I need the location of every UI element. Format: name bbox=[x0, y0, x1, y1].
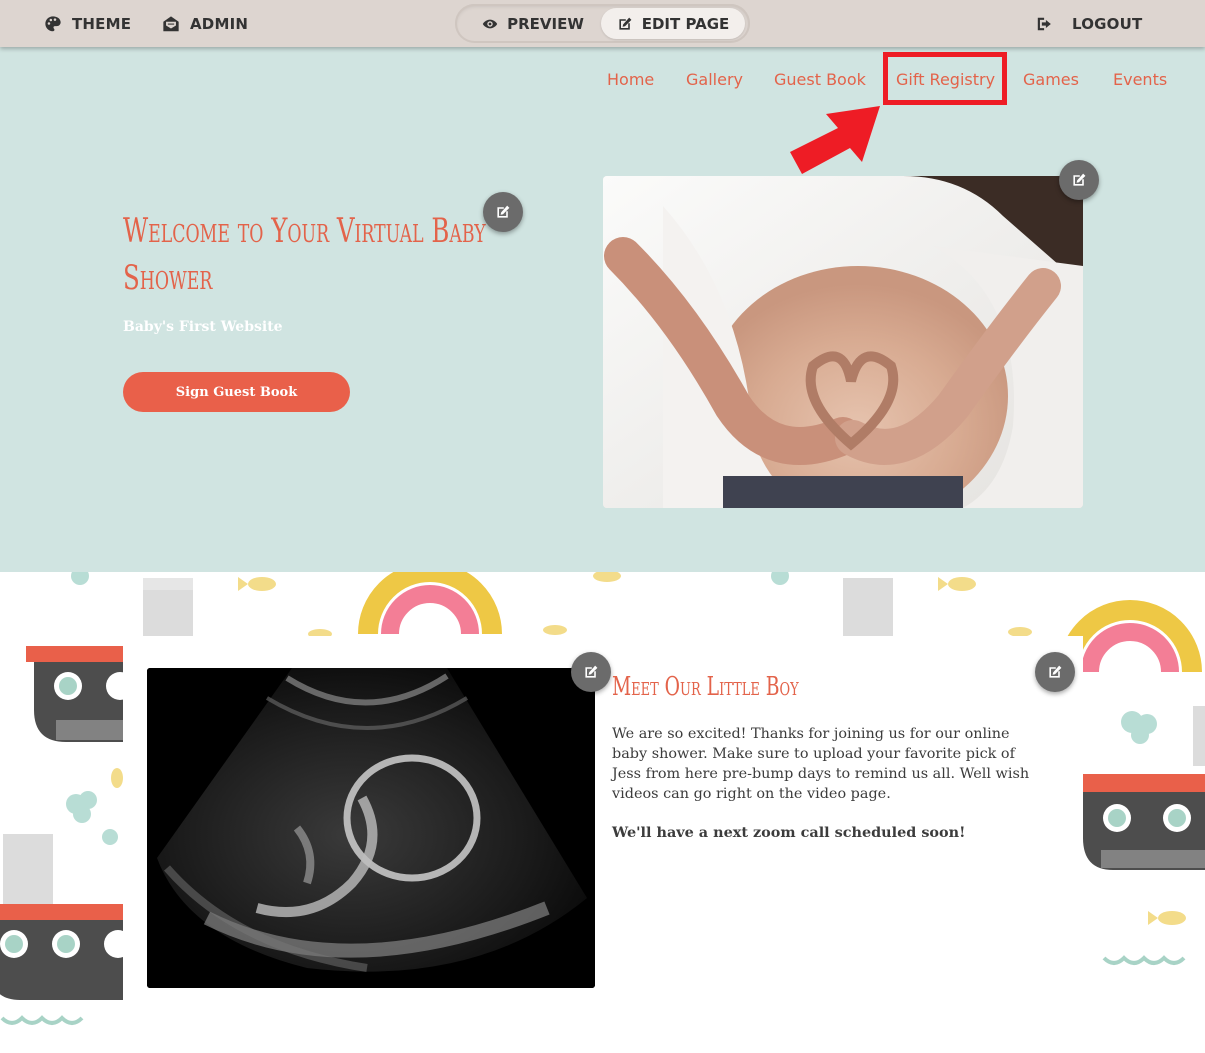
nav-home[interactable]: Home bbox=[607, 70, 654, 89]
sign-guest-book-button[interactable]: Sign Guest Book bbox=[123, 372, 350, 412]
pregnancy-photo-image bbox=[603, 176, 1083, 508]
edit-content-text-button[interactable] bbox=[1035, 652, 1075, 692]
content-paragraph-bold: We'll have a next zoom call scheduled so… bbox=[612, 824, 966, 841]
logout-button[interactable]: LOGOUT bbox=[1036, 0, 1142, 47]
theme-button[interactable]: THEME bbox=[44, 0, 131, 47]
sign-out-icon bbox=[1037, 17, 1051, 30]
logout-label: LOGOUT bbox=[1072, 14, 1143, 33]
pencil-square-icon bbox=[1073, 173, 1086, 186]
annotation-arrow-icon bbox=[790, 106, 880, 174]
theme-label: THEME bbox=[72, 14, 132, 33]
nav-events[interactable]: Events bbox=[1113, 70, 1167, 89]
hero-subtitle: Baby's First Website bbox=[123, 319, 283, 335]
preview-button[interactable]: PREVIEW bbox=[463, 8, 603, 39]
hero-title: Welcome to Your Virtual Baby Shower bbox=[123, 211, 486, 298]
envelope-open-icon bbox=[163, 15, 179, 31]
ultrasound-image bbox=[147, 668, 595, 988]
nav-guest-book[interactable]: Guest Book bbox=[774, 70, 866, 89]
nav-gallery[interactable]: Gallery bbox=[686, 70, 743, 89]
admin-bar: THEME ADMIN PREVIEW EDIT PAGE LOGOUT bbox=[0, 0, 1205, 47]
content-title: Meet Our Little Boy bbox=[612, 672, 799, 702]
ultrasound-scan-image bbox=[147, 668, 595, 988]
edit-page-label: EDIT PAGE bbox=[641, 14, 730, 33]
edit-page-button[interactable]: EDIT PAGE bbox=[601, 8, 745, 39]
edit-ultrasound-image-button[interactable] bbox=[571, 652, 611, 692]
gift-registry-highlight-box bbox=[883, 52, 1007, 105]
hero-photo bbox=[603, 176, 1083, 508]
admin-label: ADMIN bbox=[190, 14, 249, 33]
eye-icon bbox=[482, 19, 498, 28]
edit-icon bbox=[619, 17, 632, 30]
edit-hero-image-button[interactable] bbox=[1059, 160, 1099, 200]
pencil-square-icon bbox=[497, 205, 510, 218]
nav-games[interactable]: Games bbox=[1023, 70, 1079, 89]
admin-button[interactable]: ADMIN bbox=[162, 0, 248, 47]
mode-toggle: PREVIEW EDIT PAGE bbox=[455, 4, 750, 43]
edit-hero-text-button[interactable] bbox=[483, 192, 523, 232]
pencil-square-icon bbox=[1049, 665, 1062, 678]
content-paragraph: We are so excited! Thanks for joining us… bbox=[612, 726, 1030, 802]
palette-icon bbox=[45, 15, 61, 31]
preview-label: PREVIEW bbox=[507, 14, 584, 33]
pencil-square-icon bbox=[585, 665, 598, 678]
